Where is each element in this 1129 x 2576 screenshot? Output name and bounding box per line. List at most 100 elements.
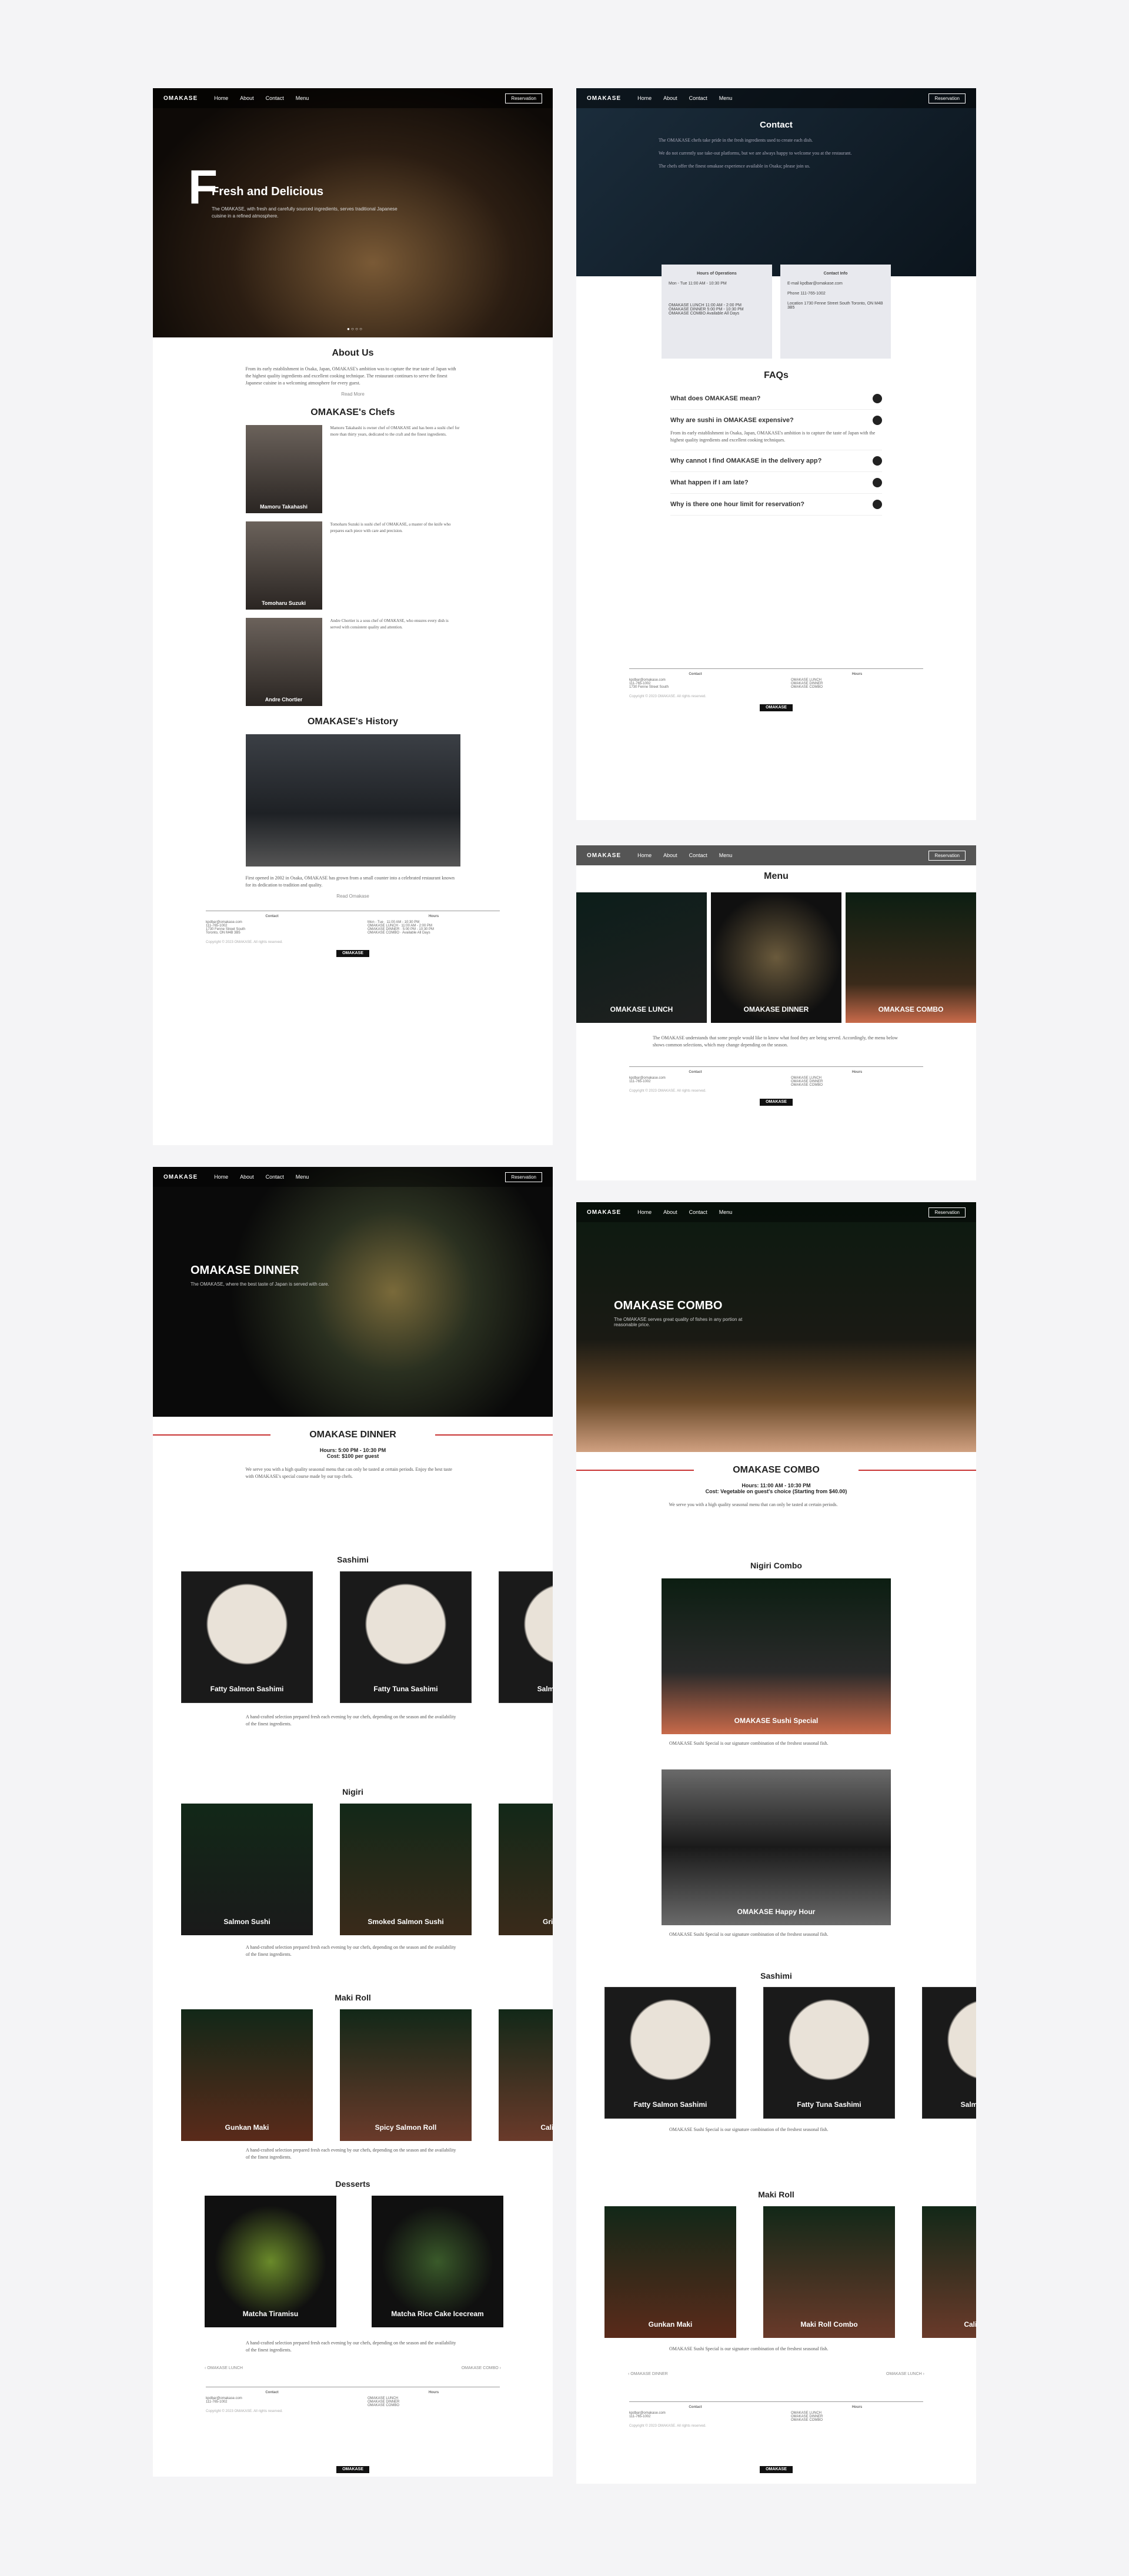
nav-home[interactable]: Home <box>637 852 652 858</box>
dish-card[interactable]: Salmon Sashimi <box>499 1571 553 1703</box>
nav-about[interactable]: About <box>663 1209 677 1215</box>
faq-item-open[interactable]: Why are sushi in OMAKASE expensive? From … <box>670 410 882 450</box>
chevron-down-icon[interactable] <box>873 500 882 509</box>
dish-card[interactable]: Matcha Tiramisu <box>205 2196 336 2327</box>
menu-tile-combo[interactable]: OMAKASE COMBO <box>846 892 976 1023</box>
nav-contact[interactable]: Contact <box>266 95 284 101</box>
read-more-link[interactable]: Read More <box>153 392 553 397</box>
dish-card[interactable]: Gunkan Maki <box>604 2206 736 2338</box>
nav-about[interactable]: About <box>240 95 254 101</box>
footer-logo[interactable]: OMAKASE <box>760 1099 793 1106</box>
footer-logo[interactable]: OMAKASE <box>760 2466 793 2473</box>
nav-home[interactable]: Home <box>637 95 652 101</box>
menu-tile-lunch[interactable]: OMAKASE LUNCH <box>576 892 707 1023</box>
next-link[interactable]: OMAKASE COMBO › <box>462 2366 501 2370</box>
logo[interactable]: OMAKASE <box>163 95 198 102</box>
combo-card[interactable]: OMAKASE Sushi Special <box>662 1578 891 1734</box>
dish-card[interactable]: Gunkan Maki <box>181 2009 313 2141</box>
nav-home[interactable]: Home <box>214 95 228 101</box>
footer-logo[interactable]: OMAKASE <box>336 950 369 957</box>
menu-tile-dinner[interactable]: OMAKASE DINNER <box>711 892 841 1023</box>
next-link[interactable]: OMAKASE LUNCH › <box>886 2372 924 2376</box>
nav-about[interactable]: About <box>663 852 677 858</box>
section-maki: Maki Roll <box>758 2190 794 2199</box>
faq-title: FAQs <box>764 370 789 380</box>
nav-home[interactable]: Home <box>214 1174 228 1180</box>
reservation-button[interactable]: Reservation <box>505 1172 542 1182</box>
dish-card[interactable]: Fatty Salmon Sashimi <box>181 1571 313 1703</box>
read-omakase-link[interactable]: Read Omakase <box>153 894 553 899</box>
combo-page: OMAKASE Home About Contact Menu Reservation O… <box>576 1202 976 2484</box>
hours-card: Hours of Operations Mon - Tue 11:00 AM - … <box>662 265 772 359</box>
chevron-down-icon[interactable] <box>873 394 882 403</box>
dish-card[interactable]: Salmon Sushi <box>181 1804 313 1935</box>
faq-item[interactable]: What does OMAKASE mean? <box>670 388 882 410</box>
dish-card[interactable]: Grilled Sushi <box>499 1804 553 1935</box>
contact-info-card: Contact Info E-mail kpdbar@omakase.com Pho… <box>780 265 891 359</box>
nav-about[interactable]: About <box>663 95 677 101</box>
nav-contact[interactable]: Contact <box>689 95 707 101</box>
nav-contact[interactable]: Contact <box>689 1209 707 1215</box>
dish-card[interactable]: Fatty Tuna Sashimi <box>763 1987 895 2119</box>
reservation-button[interactable]: Reservation <box>928 1207 966 1217</box>
combo-card[interactable]: OMAKASE Happy Hour <box>662 1769 891 1925</box>
divider <box>576 1470 694 1471</box>
faq-item[interactable]: What happen if I am late? <box>670 472 882 494</box>
footer-logo[interactable]: OMAKASE <box>760 704 793 711</box>
chevron-up-icon[interactable] <box>873 416 882 425</box>
nav-menu[interactable]: Menu <box>719 1209 733 1215</box>
prev-link[interactable]: ‹ OMAKASE DINNER <box>628 2372 668 2376</box>
nav-menu[interactable]: Menu <box>719 852 733 858</box>
nav-menu[interactable]: Menu <box>296 1174 309 1180</box>
history-text: First opened in 2002 in Osaka, OMAKASE h… <box>245 875 455 888</box>
nav-home[interactable]: Home <box>637 1209 652 1215</box>
chevron-down-icon[interactable] <box>873 456 882 466</box>
hero-subtitle: The OMAKASE, with fresh and carefully so… <box>212 206 398 219</box>
combo-hero-title: OMAKASE COMBO <box>614 1299 723 1312</box>
dish-card[interactable]: Matcha Rice Cake Icecream <box>372 2196 503 2327</box>
section-desserts: Desserts <box>335 2179 370 2189</box>
logo[interactable]: OMAKASE <box>587 1209 621 1216</box>
carousel-dots[interactable]: ● ○ ○ ○ <box>347 326 362 332</box>
dish-card[interactable]: Maki Roll Combo <box>763 2206 895 2338</box>
chef-card: Andre Chortier Andre Chortier is a sous c… <box>245 618 460 706</box>
faq-item[interactable]: Why cannot I find OMAKASE in the deliver… <box>670 450 882 472</box>
faq-item[interactable]: Why is there one hour limit for reservat… <box>670 494 882 516</box>
combo-cost: Cost: Vegetable on guest's choice (Start… <box>705 1488 847 1494</box>
logo[interactable]: OMAKASE <box>587 852 621 859</box>
logo[interactable]: OMAKASE <box>587 95 621 102</box>
contact-hero: OMAKASE Home About Contact Menu Reservation C… <box>576 88 976 276</box>
combo-hours: Hours: 11:00 AM - 10:30 PM <box>741 1483 811 1488</box>
email-link[interactable]: kpdbar@omakase.com <box>800 282 843 286</box>
dish-card[interactable]: California Roll <box>922 2206 976 2338</box>
footer-logo[interactable]: OMAKASE <box>336 2466 369 2473</box>
chef-photo: Mamoru Takahashi <box>245 425 322 513</box>
logo[interactable]: OMAKASE <box>163 1174 198 1180</box>
nav-contact[interactable]: Contact <box>689 852 707 858</box>
dish-card[interactable]: Spicy Salmon Roll <box>340 2009 472 2141</box>
reservation-button[interactable]: Reservation <box>928 850 966 861</box>
chef-card: Mamoru Takahashi Mamoru Takahashi is owne… <box>245 425 460 513</box>
dish-card[interactable]: Fatty Tuna Sashimi <box>340 1571 472 1703</box>
top-nav: OMAKASE Home About Contact Menu Reservation <box>576 1202 976 1222</box>
sashimi-text: OMAKASE Sushi Special is our signature c… <box>669 2127 829 2132</box>
section-sashimi: Sashimi <box>760 1971 792 1980</box>
nav-contact[interactable]: Contact <box>266 1174 284 1180</box>
nav-about[interactable]: About <box>240 1174 254 1180</box>
chevron-down-icon[interactable] <box>873 478 882 487</box>
divider <box>435 1434 553 1436</box>
contact-text: The OMAKASE chefs take pride in the fres… <box>659 138 813 143</box>
reservation-button[interactable]: Reservation <box>505 93 542 103</box>
dish-card[interactable]: California Roll <box>499 2009 553 2141</box>
nav-menu[interactable]: Menu <box>719 95 733 101</box>
dish-card[interactable]: Salmon Sashimi <box>922 1987 976 2119</box>
dish-card[interactable]: Fatty Salmon Sashimi <box>604 1987 736 2119</box>
prev-link[interactable]: ‹ OMAKASE LUNCH <box>205 2366 243 2370</box>
reservation-button[interactable]: Reservation <box>928 93 966 103</box>
dish-card[interactable]: Smoked Salmon Sushi <box>340 1804 472 1935</box>
section-nigiri: Nigiri <box>342 1787 363 1796</box>
hero-banner: OMAKASE Home About Contact Menu Reservation… <box>153 88 553 337</box>
contact-page: OMAKASE Home About Contact Menu Reservation C… <box>576 88 976 820</box>
nav-menu[interactable]: Menu <box>296 95 309 101</box>
dinner-hero-subtitle: The OMAKASE, where the best taste of Jap… <box>191 1282 329 1287</box>
